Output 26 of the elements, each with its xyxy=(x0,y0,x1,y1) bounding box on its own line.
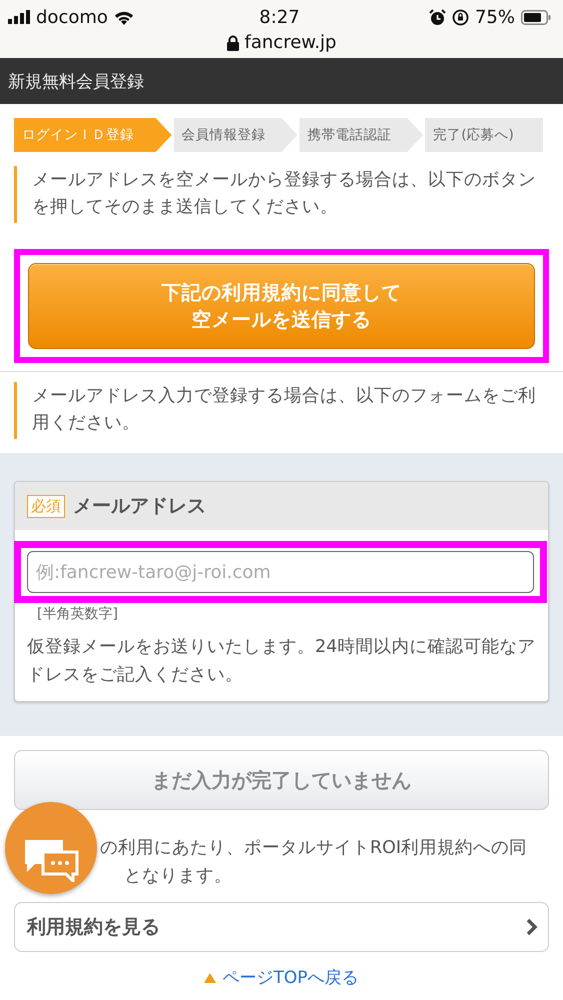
wifi-icon xyxy=(114,10,134,24)
carrier-name: docomo xyxy=(36,6,108,28)
terms-note-text: の利用にあたり、ポータルサイトROI利用規約への同 xyxy=(100,837,528,860)
page-top-link[interactable]: ページTOPへ戻る xyxy=(222,966,359,989)
up-arrow-icon xyxy=(204,972,216,982)
alarm-icon xyxy=(428,8,446,26)
email-input[interactable]: 例:fancrew-taro@j-roi.com xyxy=(27,551,534,593)
signal-icon xyxy=(8,10,30,24)
input-hint: [半角英数字] xyxy=(36,605,119,623)
terms-note-text: となります。 xyxy=(124,865,232,888)
battery-icon xyxy=(520,10,551,24)
page-header: 新規無料会員登録 xyxy=(0,58,563,104)
clock-time: 8:27 xyxy=(259,6,300,28)
chat-bubbles-icon xyxy=(23,838,79,882)
description-text: 仮登録メールをお送りいたします。24時間以内に確認可能なアドレスをご記入ください。 xyxy=(26,636,536,687)
url-text[interactable]: fancrew.jp xyxy=(244,32,336,53)
field-label: メールアドレス xyxy=(73,494,206,519)
required-badge: 必須 xyxy=(27,494,65,518)
rotation-lock-icon xyxy=(452,8,469,26)
instruction-text: メールアドレスを空メールから登録する場合は、以下のボタンを押してそのまま送信してください。 xyxy=(14,166,549,223)
chevron-right-icon xyxy=(526,918,538,936)
instruction-text: メールアドレス入力で登録する場合は、以下のフォームをご利用ください。 xyxy=(14,382,549,439)
chat-button[interactable] xyxy=(5,802,97,894)
terms-link-button[interactable]: 利用規約を見る xyxy=(14,902,549,952)
battery-percent: 75% xyxy=(474,6,515,28)
lock-icon xyxy=(226,34,239,50)
